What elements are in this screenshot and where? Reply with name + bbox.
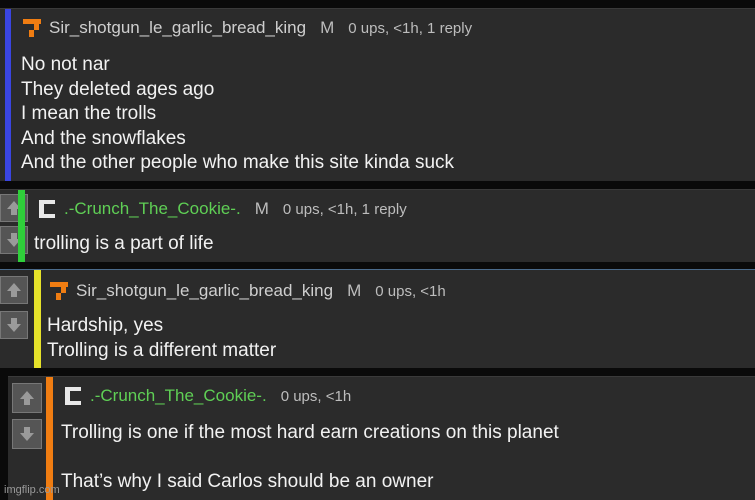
username[interactable]: .-Crunch_The_Cookie-. (90, 386, 267, 406)
comment-line: That’s why I said Carlos should be an ow… (61, 470, 434, 492)
comment-line: Trolling is a different matter (47, 339, 277, 361)
upvote-button[interactable] (0, 276, 28, 304)
comment-line: They deleted ages ago (21, 78, 215, 100)
thread-depth-bar (5, 9, 11, 181)
upvote-button[interactable] (12, 383, 42, 413)
comment-body: No not nar They deleted ages ago I mean … (21, 53, 454, 176)
downvote-button[interactable] (12, 419, 42, 449)
comment-line: And the snowflakes (21, 127, 186, 149)
down-arrow-icon (20, 427, 34, 441)
comment-line: I mean the trolls (21, 103, 157, 124)
comment-meta: Sir_shotgun_le_garlic_bread_king M 0 ups… (48, 280, 446, 302)
comment-meta: .-Crunch_The_Cookie-. M 0 ups, <1h, 1 re… (36, 198, 407, 220)
comment-meta: .-Crunch_The_Cookie-. 0 ups, <1h (62, 385, 351, 407)
thread-depth-bar (46, 377, 53, 500)
comment-3: Sir_shotgun_le_garlic_bread_king M 0 ups… (0, 269, 755, 368)
white-c-avatar-icon[interactable] (62, 385, 84, 407)
comment-2: .-Crunch_The_Cookie-. M 0 ups, <1h, 1 re… (0, 189, 755, 262)
comment-line: Hardship, yes (47, 315, 164, 336)
up-arrow-icon (7, 283, 21, 297)
downvote-button[interactable] (0, 311, 28, 339)
comment-blank-line (61, 446, 559, 470)
comment-line: Trolling is one if the most hard earn cr… (61, 422, 559, 443)
comment-line: No not nar (21, 54, 110, 75)
comment-thread: Sir_shotgun_le_garlic_bread_king M 0 ups… (0, 0, 755, 500)
mod-badge: M (347, 281, 362, 300)
username[interactable]: .-Crunch_The_Cookie-. (64, 199, 241, 219)
comment-body: trolling is a part of life (34, 232, 214, 257)
thread-depth-bar (18, 190, 25, 262)
comment-stats: 0 ups, <1h (280, 387, 352, 405)
comment-stats: 0 ups, <1h (375, 282, 446, 300)
comment-line: trolling is a part of life (34, 233, 214, 254)
comment-meta: Sir_shotgun_le_garlic_bread_king M 0 ups… (21, 17, 472, 39)
comment-1: Sir_shotgun_le_garlic_bread_king M 0 ups… (0, 8, 755, 181)
comment-stats: 0 ups, <1h, 1 reply (348, 19, 473, 37)
comment-body: Trolling is one if the most hard earn cr… (61, 421, 559, 494)
mod-badge: M (254, 199, 269, 218)
watermark: imgflip.com (4, 484, 60, 496)
thread-depth-bar (34, 270, 41, 368)
up-arrow-icon (20, 391, 34, 405)
white-c-avatar-icon[interactable] (36, 198, 58, 220)
comment-line: And the other people who make this site … (21, 152, 455, 173)
comment-stats: 0 ups, <1h, 1 reply (282, 200, 407, 218)
orange-seven-avatar-icon[interactable] (48, 280, 70, 302)
comment-4: .-Crunch_The_Cookie-. 0 ups, <1h Trollin… (8, 376, 755, 500)
mod-badge: M (320, 18, 335, 37)
username[interactable]: Sir_shotgun_le_garlic_bread_king (76, 281, 333, 301)
orange-seven-avatar-icon[interactable] (21, 17, 43, 39)
comment-body: Hardship, yes Trolling is a different ma… (47, 314, 276, 363)
username[interactable]: Sir_shotgun_le_garlic_bread_king (49, 18, 306, 38)
down-arrow-icon (7, 318, 21, 332)
